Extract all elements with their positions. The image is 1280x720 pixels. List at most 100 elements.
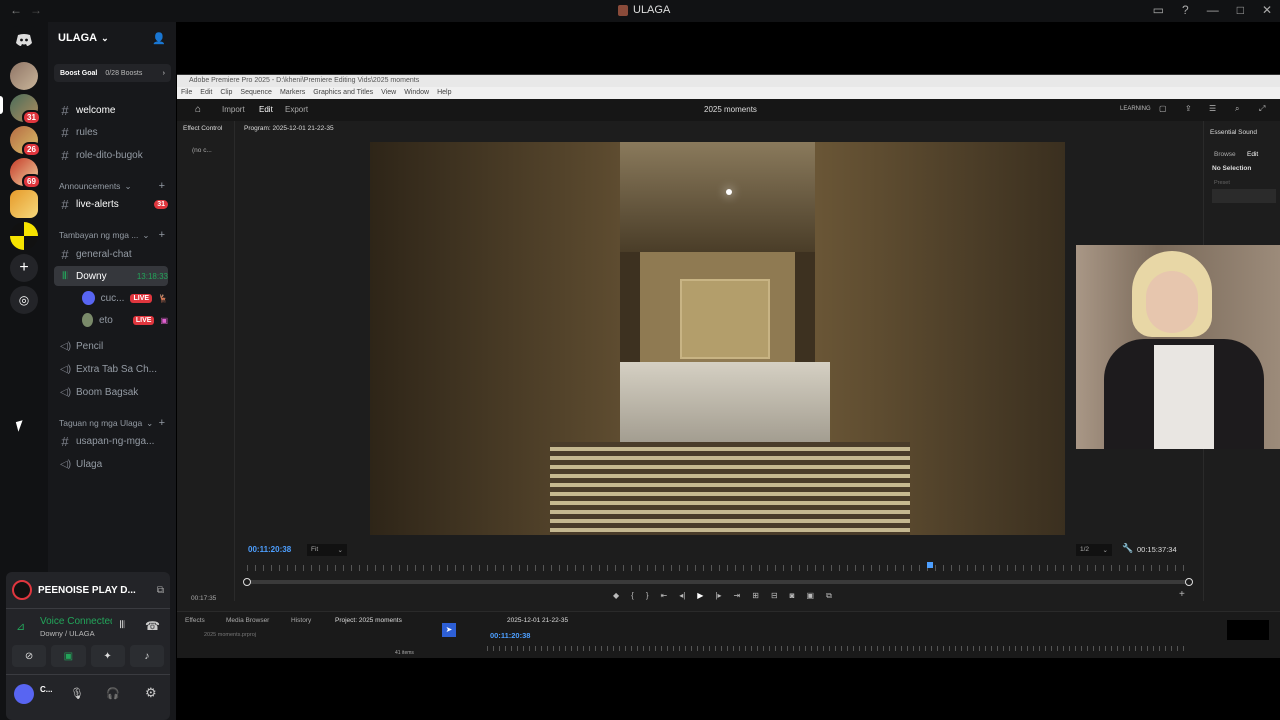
- channel-general-chat[interactable]: # general-chat: [54, 244, 168, 264]
- server-header[interactable]: ULAGA ⌄ 👤: [48, 22, 176, 54]
- channel-role[interactable]: # role-dito-bugok: [54, 145, 168, 165]
- add-marker-icon[interactable]: ◆: [613, 591, 619, 601]
- menu-markers[interactable]: Markers: [280, 87, 305, 99]
- menu-clip[interactable]: Clip: [220, 87, 232, 99]
- fit-dropdown[interactable]: Fit ⌄: [307, 544, 347, 556]
- discover-icon[interactable]: ◎: [10, 286, 38, 314]
- noise-suppression-icon[interactable]: 𝄃𝄃: [120, 620, 124, 631]
- menu-graphics[interactable]: Graphics and Titles: [313, 87, 373, 99]
- learning-label[interactable]: LEARNING: [1120, 106, 1151, 112]
- voice-channel[interactable]: ◁) Boom Bagsak: [54, 382, 168, 402]
- add-channel-icon[interactable]: +: [159, 417, 165, 429]
- add-channel-icon[interactable]: +: [159, 229, 165, 241]
- menu-help[interactable]: Help: [437, 87, 451, 99]
- screen-share-icon[interactable]: ▣: [51, 645, 86, 667]
- tab-history[interactable]: History: [291, 617, 311, 624]
- voice-channel-ulaga[interactable]: ◁) Ulaga: [54, 454, 168, 474]
- menu-view[interactable]: View: [381, 87, 396, 99]
- add-server-icon[interactable]: +: [10, 254, 38, 282]
- voice-channel-downy[interactable]: 𝄃𝄃 Downy 13:18:33: [54, 266, 168, 286]
- sequence-timecode[interactable]: 00:11:20:38: [490, 631, 530, 640]
- step-forward-icon[interactable]: |▸: [715, 591, 721, 601]
- category-tambayan[interactable]: Tambayan ng mga ... ⌄ +: [59, 229, 165, 241]
- server-avatar-5[interactable]: [10, 190, 38, 218]
- voice-location[interactable]: Downy / ULAGA: [40, 629, 95, 638]
- soundboard-icon[interactable]: ♪: [129, 645, 164, 667]
- add-channel-icon[interactable]: +: [159, 180, 165, 192]
- voice-channel[interactable]: ◁) Extra Tab Sa Ch...: [54, 359, 168, 379]
- essential-sound-tab[interactable]: Essential Sound: [1210, 129, 1257, 136]
- sequence-tab[interactable]: 2025-12-01 21-22-35: [507, 617, 568, 624]
- menu-icon[interactable]: ☰: [1209, 104, 1216, 113]
- disconnect-icon[interactable]: ☎: [145, 619, 160, 633]
- channel-live-alerts[interactable]: # live-alerts 31: [54, 194, 168, 214]
- menu-file[interactable]: File: [181, 87, 192, 99]
- expand-icon[interactable]: ⤢: [1259, 104, 1265, 114]
- tab-export[interactable]: Export: [285, 105, 308, 114]
- share-icon[interactable]: ⇪: [1185, 104, 1192, 113]
- menu-edit[interactable]: Edit: [200, 87, 212, 99]
- stream-panel[interactable]: PEENOISE PLAY D... ⧉: [12, 578, 164, 602]
- server-avatar-1[interactable]: [10, 62, 38, 90]
- discord-home-icon[interactable]: [10, 26, 38, 54]
- back-button[interactable]: ←: [10, 3, 22, 17]
- program-video-frame[interactable]: [370, 142, 1065, 535]
- wrench-icon[interactable]: 🔧: [1122, 543, 1133, 554]
- program-timecode[interactable]: 00:11:20:38: [248, 545, 291, 554]
- home-icon[interactable]: ⌂: [195, 104, 201, 115]
- channel-rules[interactable]: # rules: [54, 122, 168, 142]
- microphone-icon[interactable]: 🎙: [70, 687, 84, 700]
- play-icon[interactable]: ▶: [697, 591, 703, 601]
- tab-media-browser[interactable]: Media Browser: [226, 617, 269, 624]
- tab-import[interactable]: Import: [222, 105, 245, 114]
- effect-controls-tab[interactable]: Effect Control: [183, 125, 222, 132]
- camera-off-icon[interactable]: ⊘: [12, 645, 47, 667]
- popout-icon[interactable]: ⧉: [157, 585, 164, 596]
- close-button[interactable]: ✕: [1262, 3, 1272, 17]
- channel-welcome[interactable]: # welcome: [54, 100, 168, 120]
- channel-usapan[interactable]: # usapan-ng-mga...: [54, 431, 168, 451]
- go-to-out-icon[interactable]: ⇥: [734, 591, 741, 601]
- settings-icon[interactable]: ⚙: [145, 685, 157, 701]
- add-button-icon[interactable]: +: [1179, 589, 1185, 600]
- forward-button[interactable]: →: [30, 3, 42, 17]
- program-ruler[interactable]: [247, 565, 1189, 571]
- tab-project[interactable]: Project: 2025 moments: [335, 617, 402, 624]
- playhead[interactable]: [927, 562, 933, 568]
- voice-user[interactable]: cuc... LIVE 🦌: [76, 288, 168, 308]
- voice-user[interactable]: eto LIVE ▣: [76, 310, 168, 330]
- menu-sequence[interactable]: Sequence: [240, 87, 272, 99]
- menu-window[interactable]: Window: [404, 87, 429, 99]
- workspaces-icon[interactable]: ▢: [1159, 104, 1167, 113]
- voice-channel[interactable]: ◁) Pencil: [54, 336, 168, 356]
- button-editor-icon[interactable]: ⧉: [826, 591, 832, 601]
- category-announcements[interactable]: Announcements ⌄ +: [59, 180, 165, 192]
- server-avatar-6[interactable]: [10, 222, 38, 250]
- go-to-in-icon[interactable]: ⇤: [661, 591, 668, 601]
- scroll-handle-right[interactable]: [1185, 578, 1193, 586]
- scroll-handle-left[interactable]: [243, 578, 251, 586]
- mark-out-icon[interactable]: }: [646, 591, 649, 601]
- minimize-button[interactable]: —: [1207, 3, 1219, 17]
- mark-in-icon[interactable]: {: [631, 591, 634, 601]
- boost-goal[interactable]: Boost Goal 0/28 Boosts ›: [54, 64, 171, 82]
- step-back-icon[interactable]: ◂|: [679, 591, 685, 601]
- help-icon[interactable]: ?: [1182, 3, 1189, 17]
- resolution-dropdown[interactable]: 1/2 ⌄: [1076, 544, 1112, 556]
- edit-tab[interactable]: Edit: [1247, 151, 1258, 158]
- timeline-ruler[interactable]: [487, 646, 1184, 651]
- activities-icon[interactable]: ✦: [90, 645, 125, 667]
- overwrite-icon[interactable]: ⊟: [771, 591, 778, 601]
- selection-tool-icon[interactable]: ➤: [442, 623, 456, 637]
- export-frame-icon[interactable]: ◙: [790, 591, 795, 601]
- preset-dropdown[interactable]: [1212, 189, 1276, 203]
- user-avatar[interactable]: [14, 684, 34, 704]
- browse-tab[interactable]: Browse: [1214, 151, 1236, 158]
- tab-edit[interactable]: Edit: [259, 105, 273, 114]
- zoom-scrollbar[interactable]: [247, 580, 1189, 584]
- inbox-icon[interactable]: ▭: [1153, 3, 1164, 17]
- compare-icon[interactable]: ▣: [807, 591, 815, 601]
- voice-connected-label[interactable]: Voice Connected: [40, 616, 112, 627]
- insert-icon[interactable]: ⊞: [752, 591, 759, 601]
- category-taguan[interactable]: Taguan ng mga Ulaga ⌄ +: [59, 417, 165, 429]
